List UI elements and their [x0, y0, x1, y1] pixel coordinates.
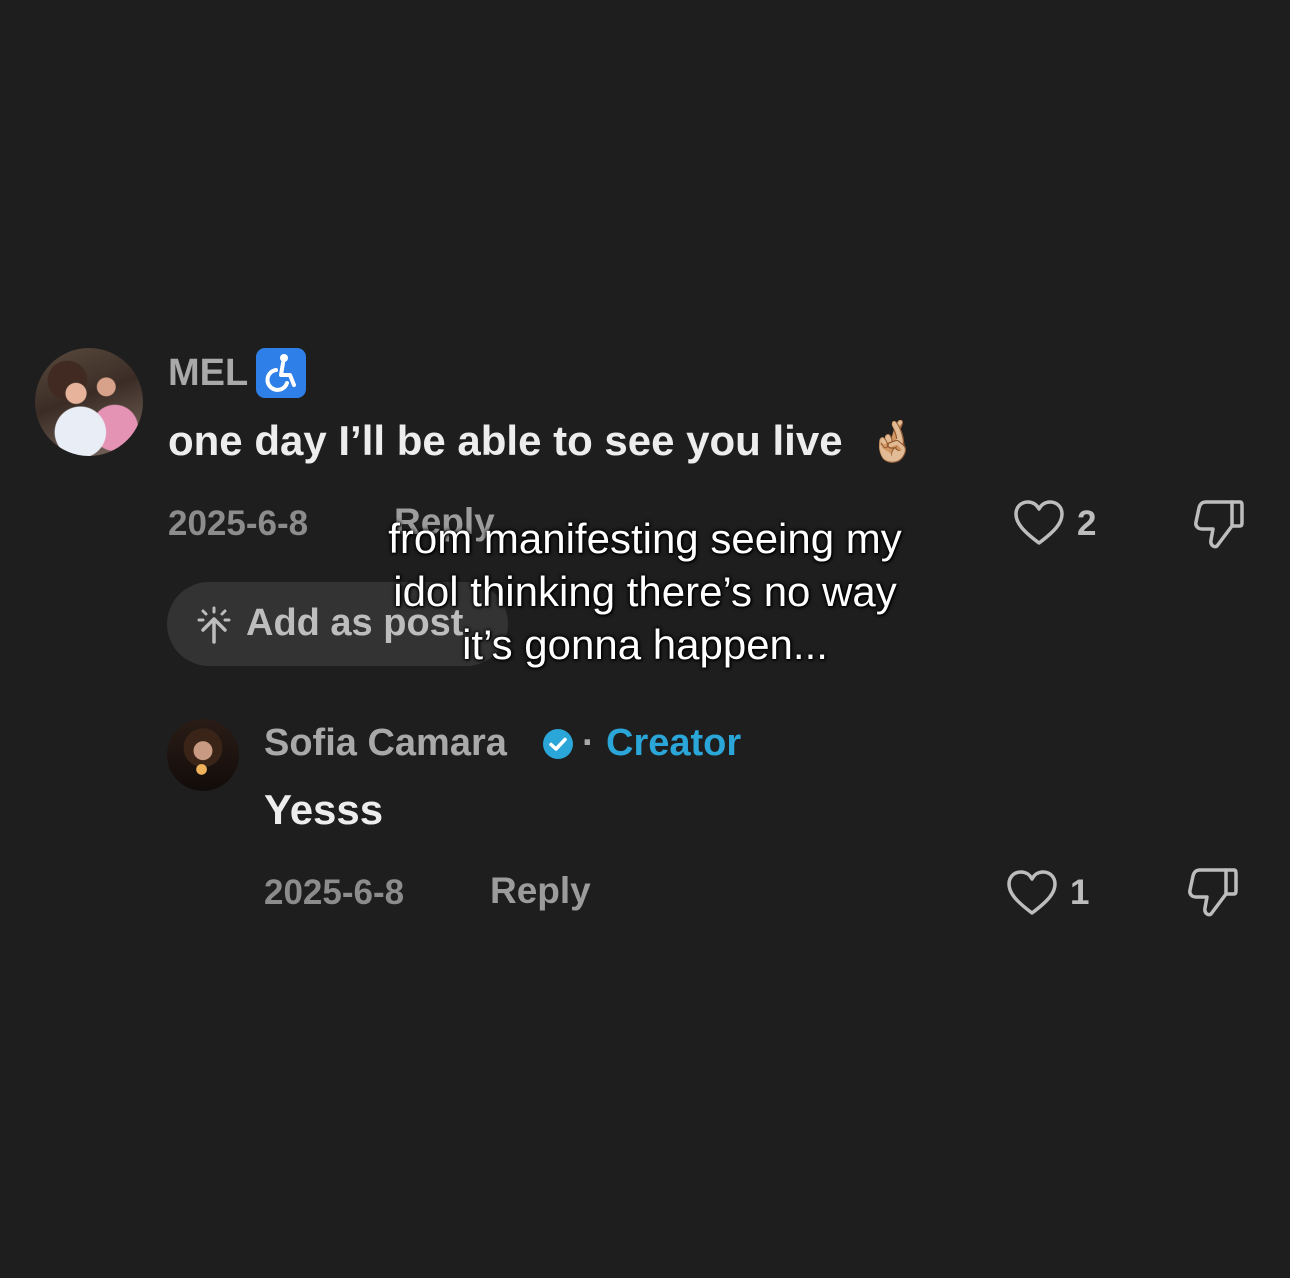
wheelchair-icon [256, 348, 306, 398]
commenter-username[interactable]: MEL [168, 352, 248, 395]
caption-line: from manifesting seeing my [388, 515, 902, 562]
creator-label: Creator [606, 722, 742, 764]
caption-line: idol thinking there’s no way [393, 568, 897, 615]
reply-like-count: 1 [1070, 873, 1090, 912]
sparkle-arrow-icon [197, 606, 231, 644]
reply-text: Yesss [264, 786, 384, 833]
comment-like-count: 2 [1077, 504, 1097, 543]
comment-date: 2025-6-8 [168, 504, 309, 543]
dislike-icon[interactable] [1192, 498, 1244, 550]
reply-avatar[interactable] [167, 719, 239, 791]
heart-icon[interactable] [1013, 499, 1065, 547]
crossed-fingers-emoji: 🤞🏼 [868, 419, 919, 465]
reply-date: 2025-6-8 [264, 873, 405, 912]
heart-icon[interactable] [1006, 869, 1058, 917]
dislike-icon[interactable] [1186, 866, 1238, 918]
caption-line: it’s gonna happen... [462, 621, 828, 668]
comment-text: one day I’ll be able to see you live 🤞🏼 [168, 417, 918, 465]
verified-icon [542, 728, 574, 760]
comment-text-content: one day I’ll be able to see you live [168, 417, 843, 464]
reply-reply-button[interactable]: Reply [490, 870, 591, 912]
commenter-avatar[interactable] [35, 348, 143, 456]
video-caption-overlay: from manifesting seeing my idol thinking… [300, 512, 990, 671]
separator-dot: · [582, 722, 595, 764]
reply-username[interactable]: Sofia Camara [264, 722, 507, 765]
